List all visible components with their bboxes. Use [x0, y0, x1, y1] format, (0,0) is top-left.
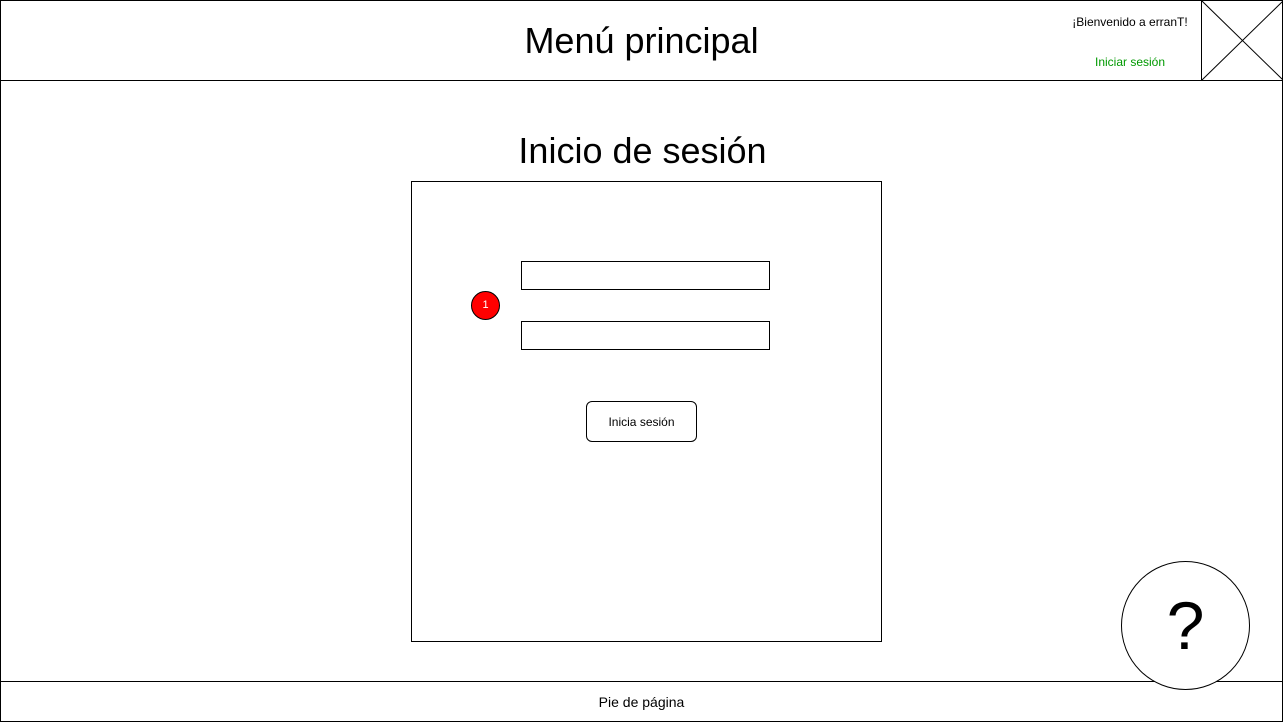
- login-link[interactable]: Iniciar sesión: [1059, 54, 1201, 70]
- footer: Pie de página: [1, 681, 1282, 722]
- login-submit-button[interactable]: Inicia sesión: [586, 401, 697, 442]
- help-button[interactable]: ?: [1121, 561, 1250, 690]
- logo-placeholder: [1201, 1, 1283, 80]
- image-placeholder-icon: [1202, 1, 1283, 80]
- login-form: 1 Inicia sesión: [411, 181, 882, 642]
- footer-text: Pie de página: [598, 694, 685, 710]
- login-title: Inicio de sesión: [518, 130, 767, 171]
- welcome-message: ¡Bienvenido a erranT!: [1072, 15, 1188, 29]
- username-field[interactable]: [521, 261, 770, 290]
- app-window: Menú principal ¡Bienvenido a erranT! Ini…: [0, 0, 1283, 722]
- header: Menú principal ¡Bienvenido a erranT! Ini…: [1, 1, 1283, 81]
- annotation-marker: 1: [471, 291, 500, 320]
- password-field[interactable]: [521, 321, 770, 350]
